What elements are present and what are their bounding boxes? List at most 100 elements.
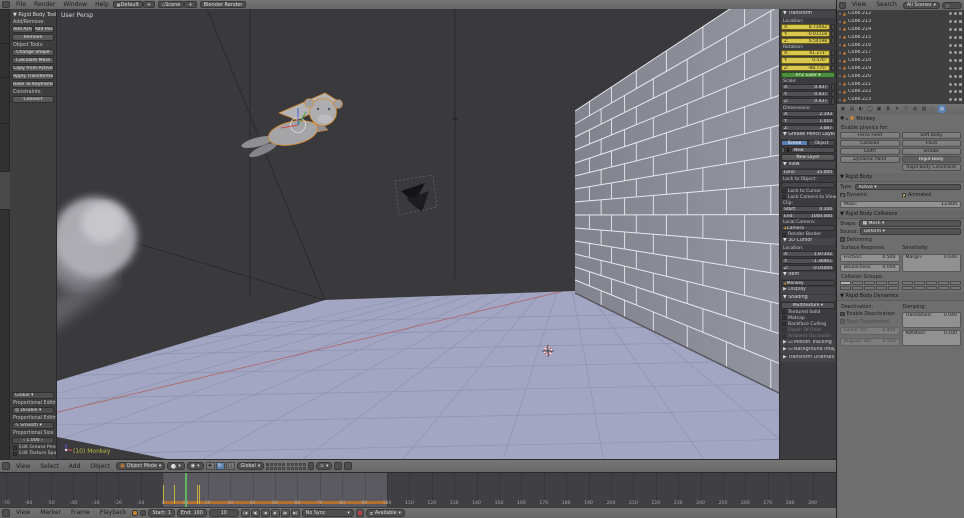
- collision-group-cell[interactable]: [876, 281, 887, 286]
- viewport-menu-select[interactable]: Select: [36, 462, 63, 471]
- timeline-menu-playback[interactable]: Playback: [96, 508, 131, 518]
- render-opengl-button[interactable]: [334, 462, 343, 470]
- add-active-button[interactable]: Add Active: [12, 26, 33, 33]
- collision-group-cell[interactable]: [852, 281, 863, 286]
- animated-checkbox[interactable]: ✓ Animated: [901, 192, 962, 198]
- render-engine-selector[interactable]: Blender Render: [199, 1, 247, 8]
- npanel-dropdown-xyz-euler[interactable]: XYZ Euler ▾: [781, 71, 835, 79]
- keyframe-marker[interactable]: [174, 485, 176, 504]
- calculate-mass-button[interactable]: Calculate Mass: [12, 57, 54, 64]
- new-layer-button[interactable]: New Layer: [781, 154, 835, 161]
- end-frame-field[interactable]: End: 100: [176, 509, 207, 517]
- render-camera-icon[interactable]: [959, 20, 962, 24]
- outliner-search-field[interactable]: ○: [941, 1, 962, 9]
- orientation-dropdown[interactable]: Global ▾: [236, 462, 265, 470]
- mode-dropdown[interactable]: ▣ Object Mode ▾: [115, 462, 166, 470]
- panel-header-rigid-body[interactable]: ▼ Rigid Body: [837, 173, 964, 182]
- npanel-check-depth-of-field[interactable]: Depth Of Field: [782, 328, 835, 333]
- layer-cell[interactable]: [303, 466, 307, 470]
- copy-from-active-button[interactable]: Copy from Active: [12, 65, 54, 72]
- npanel-check-ambient-occlusion[interactable]: Ambient Occlusion: [782, 334, 835, 339]
- properties-tab-material[interactable]: ◍: [911, 105, 919, 113]
- selectability-arrow-icon[interactable]: [954, 12, 957, 16]
- collision-group-cell[interactable]: [926, 281, 937, 286]
- record-button[interactable]: [355, 509, 364, 517]
- play-reverse-button[interactable]: ◀: [260, 509, 270, 517]
- properties-tab-object[interactable]: ▣: [875, 105, 883, 113]
- collision-group-cell[interactable]: [888, 281, 899, 286]
- collision-group-cell[interactable]: [938, 286, 949, 291]
- layers-widget[interactable]: [266, 462, 307, 470]
- proportional-editing-dropdown[interactable]: ◎ Disable ▾: [12, 407, 54, 414]
- keyframe-marker[interactable]: [198, 485, 200, 504]
- lock-icon[interactable]: [831, 84, 835, 91]
- npanel-field-3d-cursor-z[interactable]: Z: -0.05000: [781, 265, 835, 272]
- pivot-dropdown[interactable]: ◉ ▾: [186, 462, 204, 470]
- npanel-check-textured-solid[interactable]: Textured Solid: [782, 310, 835, 315]
- panel-header-rigid-body-collisions[interactable]: ▼ Rigid Body Collisions: [837, 209, 964, 219]
- color-swatch[interactable]: [786, 147, 790, 154]
- npanel-objfield-camera[interactable]: ◆ Camera: [781, 225, 835, 232]
- outliner-item-cube-223[interactable]: ▲ Cube.223: [837, 96, 964, 104]
- panel-title-rigid-body-tools[interactable]: ▼ Rigid Body Tools: [13, 12, 56, 18]
- rotation-damping-slider[interactable]: Rotation: 0.100: [901, 330, 961, 346]
- collision-group-cell[interactable]: [840, 281, 851, 286]
- render-camera-icon[interactable]: [959, 43, 962, 47]
- add-scene-button[interactable]: +: [184, 1, 197, 8]
- npanel-field-transform-y[interactable]: Y: 0.576°: [781, 57, 830, 64]
- visibility-eye-icon[interactable]: [949, 59, 952, 63]
- orientation-dropdown[interactable]: Global ▾: [12, 392, 54, 399]
- source-dropdown[interactable]: Deform ▾: [860, 228, 961, 235]
- npanel-field-3d-cursor-y[interactable]: Y: -1.36461: [781, 258, 835, 265]
- visibility-eye-icon[interactable]: [949, 20, 952, 24]
- layer-cell[interactable]: [303, 462, 307, 466]
- selectability-arrow-icon[interactable]: [954, 59, 957, 63]
- npanel-field-transform-x[interactable]: X: 0.437: [781, 84, 830, 91]
- npanel-dropdown-multitexture[interactable]: Multitexture ▾: [781, 302, 835, 309]
- npanel-header-grease-pencil-layers[interactable]: ▼ Grease Pencil Layers: [781, 132, 835, 139]
- proportional-size-field[interactable]: ‹ 1.000 ›: [12, 437, 54, 444]
- npanel-check-lock-camera-to-view[interactable]: Lock Camera to View: [782, 195, 836, 200]
- lock-icon[interactable]: [831, 30, 835, 37]
- outliner-menu-search[interactable]: Search: [872, 0, 901, 10]
- selectability-arrow-icon[interactable]: [954, 98, 957, 102]
- keying-set-dropdown[interactable]: ⚿ Available ▾: [365, 509, 405, 517]
- connect-button[interactable]: Connect: [12, 96, 54, 103]
- topbar-menu-render[interactable]: Render: [30, 0, 59, 9]
- npanel-check-lock-to-cursor[interactable]: Lock to Cursor: [782, 189, 835, 194]
- npanel-check-render-border[interactable]: Render Border: [782, 232, 835, 237]
- remove-button[interactable]: Remove: [12, 34, 54, 41]
- npanel-field-transform-z[interactable]: Z: -88.775°: [781, 64, 830, 71]
- layer-cell[interactable]: [274, 466, 278, 470]
- pencil-icon[interactable]: [781, 147, 785, 154]
- npanel-check-backface-culling[interactable]: Backface Culling: [782, 322, 835, 327]
- npanel-header-item[interactable]: ▼ Item: [781, 272, 835, 280]
- outliner-item-cube-214[interactable]: ▲ Cube.214: [837, 26, 964, 34]
- npanel-field-transform-x[interactable]: X: 8.73042: [781, 23, 830, 30]
- lock-icon[interactable]: [831, 57, 835, 64]
- editor-type-button[interactable]: [2, 462, 10, 470]
- angular-vel-slider[interactable]: Angular Vel: 0.500: [840, 337, 900, 346]
- physics-button-collision[interactable]: Collision: [840, 140, 900, 147]
- screen-layout-selector[interactable]: ▦ Default: [112, 1, 143, 8]
- layer-cell[interactable]: [266, 462, 270, 466]
- layer-cell[interactable]: [295, 462, 299, 466]
- render-camera-icon[interactable]: [959, 82, 962, 86]
- layer-cell[interactable]: [282, 466, 286, 470]
- npanel-header-view[interactable]: ▼ View: [781, 161, 835, 169]
- translation-damping-slider[interactable]: Translation: 0.040: [901, 312, 961, 328]
- properties-tab-render-layers[interactable]: ▤: [848, 105, 856, 113]
- topbar-menu-file[interactable]: File: [12, 0, 30, 9]
- npanel-header-3d-cursor[interactable]: ▼ 3D Cursor: [781, 238, 835, 245]
- linear-vel-slider[interactable]: Linear Vel: 0.400: [840, 327, 900, 336]
- layer-cell[interactable]: [270, 466, 274, 470]
- outliner-editor-icon[interactable]: [839, 1, 846, 9]
- start-frame-field[interactable]: Start: 1: [148, 509, 175, 517]
- start-deactivated-checkbox[interactable]: Start Deactivated: [840, 318, 900, 325]
- mass-slider[interactable]: Mass: 13.600: [840, 201, 961, 208]
- physics-button-force-field[interactable]: Force Field: [840, 132, 900, 139]
- panel-header-rigid-body-dynamics[interactable]: ▼ Rigid Body Dynamics: [837, 292, 964, 302]
- physics-button-soft-body[interactable]: Soft Body: [901, 132, 961, 139]
- collision-groups-widget[interactable]: [837, 281, 964, 291]
- render-camera-icon[interactable]: [959, 74, 962, 78]
